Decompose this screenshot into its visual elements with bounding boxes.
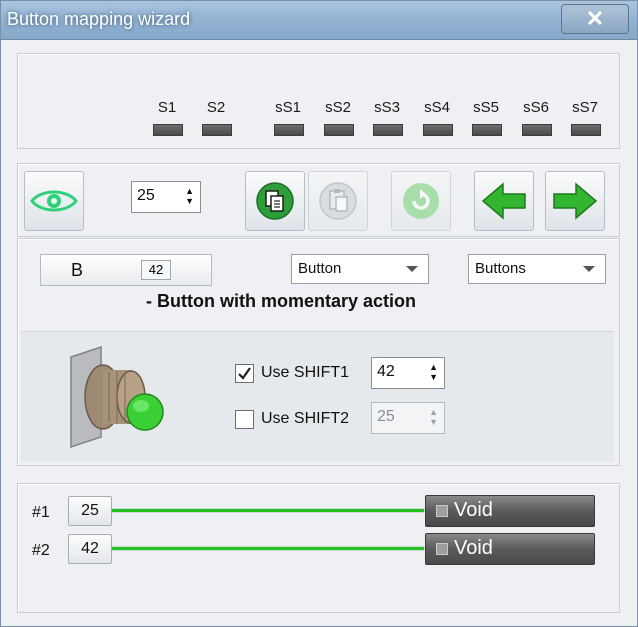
output-number: 25 [81,502,99,519]
outputs-panel: #1 25 Void #2 42 Void [17,483,620,613]
shift1-value: 42 [377,363,395,380]
category-select[interactable]: Buttons [468,254,606,284]
shift2-value-stepper[interactable]: 25 ▲ ▼ [371,402,445,434]
copy-button[interactable] [245,171,305,231]
shift2-value: 25 [377,408,395,425]
shift-state-label: sS5 [473,99,499,116]
output-number-button[interactable]: 25 [68,496,112,526]
shift-state-indicator [202,124,232,136]
arrow-right-icon [553,182,598,220]
shift-state-label: sS4 [424,99,450,116]
shift-state-label: S2 [206,99,226,116]
shift1-value-stepper[interactable]: 42 ▲ ▼ [371,357,445,389]
shift-state-label: sS2 [325,99,351,116]
chevron-down-icon [583,266,595,272]
shift-state-label: sS3 [374,99,400,116]
copy-icon [256,182,294,220]
output-connection-line [112,509,424,512]
output-target-label: Void [454,499,493,521]
mapping-panel: B 42 Button Buttons - Button with moment… [17,238,620,466]
checkmark-icon [238,367,251,380]
output-target-button[interactable]: Void [425,533,595,565]
type-select-value: Button [298,260,342,277]
wizard-window: Button mapping wizard ✕ S1 S2 sS1 sS2 sS… [0,0,638,627]
reset-button[interactable] [391,171,451,231]
stepper-arrows-icon[interactable]: ▲ ▼ [429,407,438,427]
shift-state-indicator [423,124,453,136]
title-bar[interactable]: Button mapping wizard ✕ [1,1,637,40]
stepper-arrows-icon[interactable]: ▲ ▼ [185,186,194,206]
key-number-badge: 42 [141,260,171,280]
shift-state-indicator [472,124,502,136]
square-icon [436,543,448,555]
reset-icon [403,183,439,219]
push-button-image [70,345,164,449]
shift-state-indicator [274,124,304,136]
category-select-value: Buttons [475,260,526,277]
shift-state-label: sS1 [275,99,301,116]
output-target-label: Void [454,537,493,559]
paste-icon [319,182,357,220]
shift-options-area: Use SHIFT1 42 ▲ ▼ Use SHIFT2 25 ▲ ▼ [21,331,614,462]
output-target-button[interactable]: Void [425,495,595,527]
shift-state-indicator [571,124,601,136]
close-button[interactable]: ✕ [561,4,629,34]
previous-button[interactable] [474,171,534,231]
arrow-left-icon [481,182,526,220]
type-select[interactable]: Button [291,254,429,284]
shift-state-label: S1 [157,99,177,116]
shift1-label[interactable]: Use SHIFT1 [261,364,349,382]
chevron-down-icon [406,266,418,272]
button-number-stepper[interactable]: 25 ▲ ▼ [131,181,201,213]
close-icon: ✕ [585,6,605,31]
shift2-label[interactable]: Use SHIFT2 [261,410,349,428]
button-number-value: 25 [137,187,155,204]
mapping-description: - Button with momentary action [146,291,416,311]
view-button[interactable] [24,171,84,231]
shift-state-panel: S1 S2 sS1 sS2 sS3 sS4 sS5 sS6 sS7 [17,53,620,149]
shift2-checkbox[interactable] [235,410,254,429]
shift-state-indicator [153,124,183,136]
shift-state-label: sS7 [572,99,598,116]
shift-state-label: sS6 [523,99,549,116]
next-button[interactable] [545,171,605,231]
output-label: #2 [32,542,50,559]
shift-state-indicator [373,124,403,136]
shift-state-indicator [324,124,354,136]
toolbar-panel: 25 ▲ ▼ [17,163,620,237]
output-label: #1 [32,504,50,521]
key-field[interactable]: B 42 [40,254,212,286]
square-icon [436,505,448,517]
window-title: Button mapping wizard [7,9,191,29]
output-connection-line [112,547,424,550]
stepper-arrows-icon[interactable]: ▲ ▼ [429,362,438,382]
key-label: B [71,260,84,280]
eye-icon [30,190,78,212]
shift1-checkbox[interactable] [235,364,254,383]
output-number: 42 [81,540,99,557]
output-number-button[interactable]: 42 [68,534,112,564]
shift-state-indicator [522,124,552,136]
paste-button[interactable] [308,171,368,231]
